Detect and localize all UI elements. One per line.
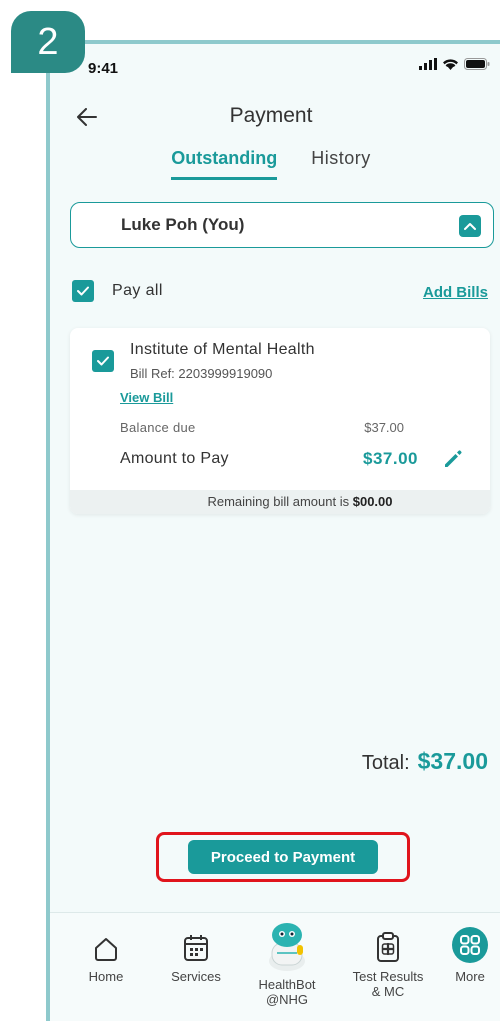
status-icons <box>419 58 490 70</box>
status-time: 9:41 <box>88 60 119 77</box>
battery-icon <box>464 58 490 70</box>
checkmark-icon <box>97 356 109 366</box>
checkmark-icon <box>77 286 89 296</box>
view-bill-link[interactable]: View Bill <box>120 390 173 405</box>
more-grid-icon <box>452 927 488 963</box>
amount-to-pay-value: $37.00 <box>363 449 418 468</box>
tab-outstanding[interactable]: Outstanding <box>171 148 278 180</box>
total-row: Total: $37.00 <box>362 748 488 775</box>
nav-label-test-results: Test Results & MC <box>352 969 424 999</box>
person-select-dropdown[interactable]: Luke Poh (You) <box>70 202 494 248</box>
nav-label-services: Services <box>171 969 221 984</box>
bill-ref: Bill Ref: 2203999919090 <box>130 366 273 381</box>
balance-due-value: $37.00 <box>364 420 404 435</box>
total-label: Total: <box>361 752 410 774</box>
nav-label-more: More <box>455 969 485 984</box>
pay-all-checkbox[interactable] <box>72 280 94 302</box>
nav-item-more[interactable]: More <box>442 913 498 984</box>
step-badge: 2 <box>11 11 85 73</box>
phone-screen: 9:41 Payment Outstanding History Luke Po… <box>46 40 500 1021</box>
remaining-label: Remaining bill amount is <box>207 494 350 509</box>
wifi-icon <box>442 58 459 70</box>
nav-label-home: Home <box>88 969 124 984</box>
nav-item-test-results[interactable]: Test Results & MC <box>340 913 436 999</box>
pay-all-row: Pay all Add Bills <box>72 280 488 306</box>
header: Payment <box>50 94 500 144</box>
chevron-up-icon[interactable] <box>459 215 481 237</box>
clipboard-icon <box>377 932 399 962</box>
home-icon <box>95 938 117 961</box>
nav-item-healthbot[interactable]: HealthBot @NHG <box>246 913 328 1007</box>
signal-icon <box>419 58 437 70</box>
total-value: $37.00 <box>417 748 488 774</box>
tabs: Outstanding History <box>50 148 500 180</box>
bill-card: Institute of Mental Health Bill Ref: 220… <box>70 328 490 514</box>
tab-history[interactable]: History <box>311 148 371 180</box>
person-select-value: Luke Poh (You) <box>121 215 245 234</box>
nav-item-services[interactable]: Services <box>156 913 236 984</box>
proceed-to-payment-button[interactable]: Proceed to Payment <box>188 840 378 874</box>
add-bills-link[interactable]: Add Bills <box>423 284 488 301</box>
bill-checkbox[interactable] <box>92 350 114 372</box>
nav-item-home[interactable]: Home <box>68 913 144 984</box>
balance-due-label: Balance due <box>120 420 196 435</box>
healthbot-icon <box>269 923 305 971</box>
page-title: Payment <box>229 104 313 127</box>
edit-pencil-icon[interactable] <box>442 448 464 470</box>
bottom-nav: Home Services HealthBot @NHG Test Result… <box>50 912 500 1021</box>
calendar-icon <box>184 935 208 961</box>
status-bar: 9:41 <box>50 44 500 94</box>
bill-institution: Institute of Mental Health <box>130 341 315 358</box>
amount-to-pay-label: Amount to Pay <box>120 450 229 467</box>
pay-all-label: Pay all <box>112 282 163 299</box>
nav-label-healthbot: HealthBot @NHG <box>258 977 316 1007</box>
remaining-amount-bar: Remaining bill amount is $00.00 <box>70 490 490 514</box>
remaining-value: $00.00 <box>352 494 393 509</box>
